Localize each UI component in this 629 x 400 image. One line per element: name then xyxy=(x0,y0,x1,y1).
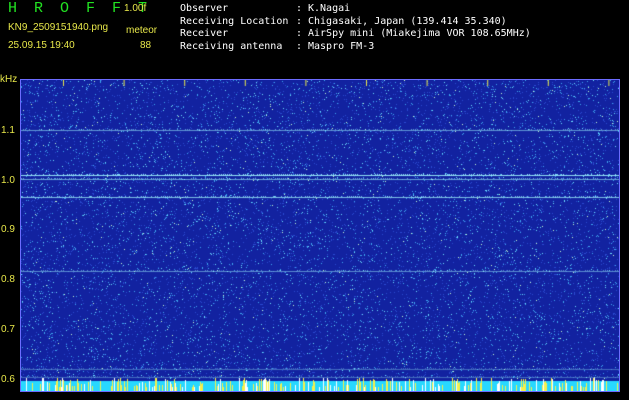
info-row-location: Receiving Location: Chigasaki, Japan (139… xyxy=(180,15,507,27)
y-axis-unit: kHz xyxy=(0,74,18,85)
spectrogram-plot xyxy=(20,79,620,392)
datetime-label: 25.09.15 19:40 xyxy=(8,40,75,51)
info-row-antenna: Receiving antenna: Maspro FM-3 xyxy=(180,40,375,52)
meteor-label: meteor xyxy=(126,25,158,36)
info-row-observer: Observer: K.Nagai xyxy=(180,3,351,14)
meteor-count: 88 xyxy=(140,40,152,51)
filename-label: KN9_2509151940.png xyxy=(8,22,109,33)
y-tick-label: 1.0 xyxy=(1,175,15,186)
version-label: 1.00f xyxy=(124,3,147,14)
info-row-receiver: Receiver: AirSpy mini (Miakejima VOR 108.… xyxy=(180,28,531,40)
header-panel: H R O F F T 1.00f KN9_2509151940.png met… xyxy=(0,0,629,80)
right-margin xyxy=(620,79,629,392)
spectrogram-canvas xyxy=(21,80,619,391)
y-tick-label: 0.9 xyxy=(1,224,15,235)
station-info: Observer: K.Nagai Receiving Location: Chig… xyxy=(180,3,531,53)
y-tick-label: 0.8 xyxy=(1,274,15,285)
y-tick-label: 0.6 xyxy=(1,374,15,385)
y-tick-label: 0.7 xyxy=(1,324,15,335)
y-tick-label: 1.1 xyxy=(1,125,15,136)
